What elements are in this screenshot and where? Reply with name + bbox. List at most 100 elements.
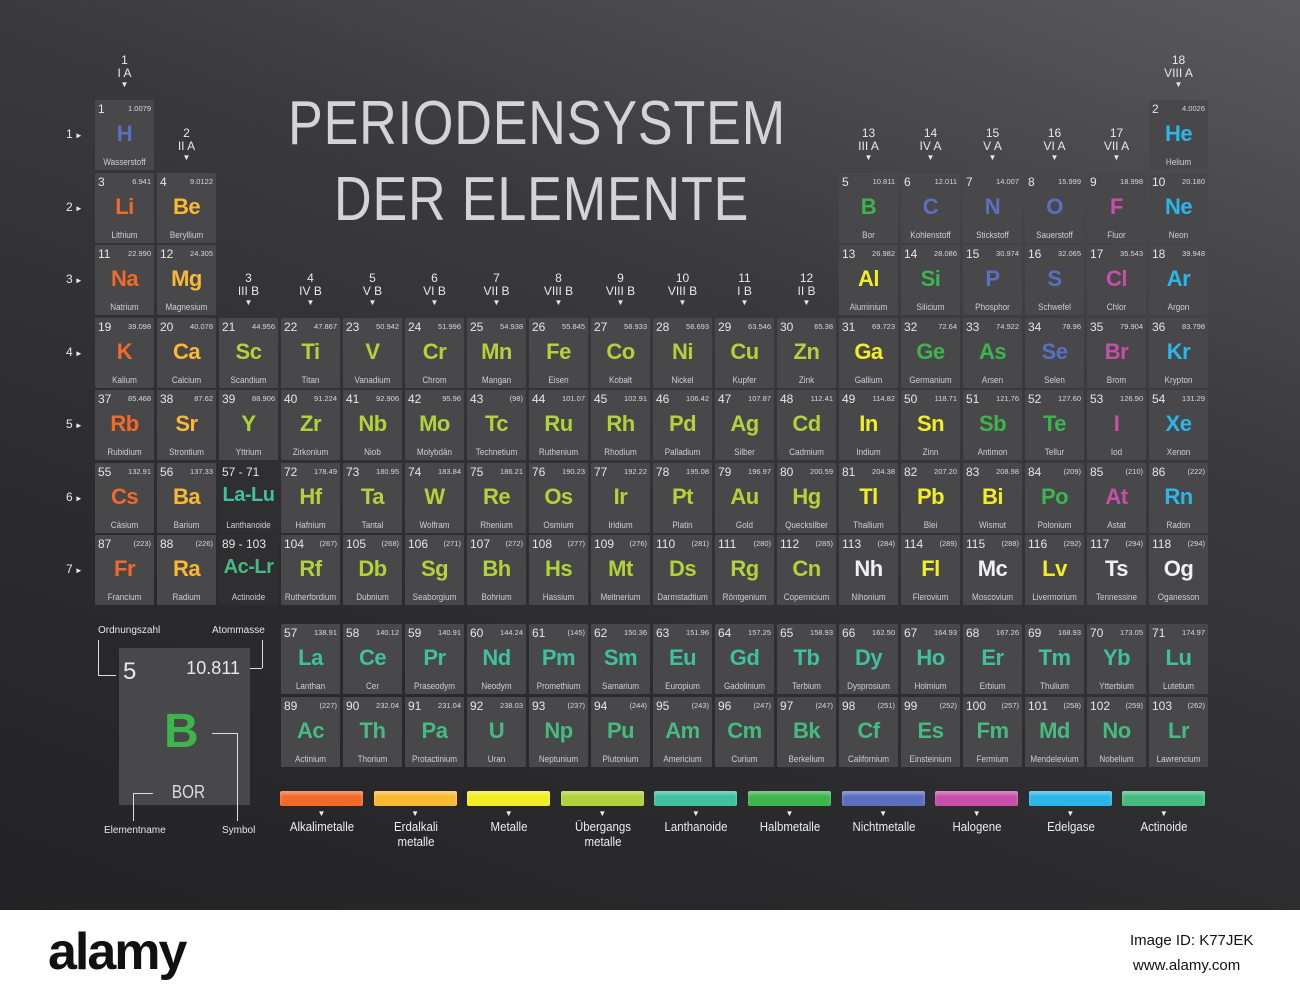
element-cell-pd[interactable]: 46 106.42 Pd Palladium — [653, 390, 712, 460]
element-cell-li[interactable]: 3 6.941 Li Lithium — [95, 172, 154, 243]
element-cell-tl[interactable]: 81 204.38 Tl Thallium — [839, 462, 898, 533]
element-cell-ir[interactable]: 77 192.22 Ir Iridium — [591, 462, 650, 533]
element-cell-lu[interactable]: 71 174.97 Lu Lutetium — [1149, 624, 1208, 694]
element-cell-co[interactable]: 27 58.933 Co Kobalt — [591, 317, 650, 388]
element-cell-rh[interactable]: 45 102.91 Rh Rhodium — [591, 390, 650, 460]
element-cell-la-lu[interactable]: 57 - 71 La-Lu Lanthanoide — [219, 462, 278, 533]
element-cell-cs[interactable]: 55 132.91 Cs Cäsium — [95, 462, 154, 533]
element-cell-ho[interactable]: 67 164.93 Ho Holmium — [901, 624, 960, 694]
element-cell-ag[interactable]: 47 107.87 Ag Silber — [715, 390, 774, 460]
element-cell-fe[interactable]: 26 55.845 Fe Eisen — [529, 317, 588, 388]
element-cell-ta[interactable]: 73 180.95 Ta Tantal — [343, 462, 402, 533]
element-cell-cl[interactable]: 17 35.543 Cl Chlor — [1087, 245, 1146, 315]
element-cell-hs[interactable]: 108 (277) Hs Hassium — [529, 535, 588, 605]
element-cell-se[interactable]: 34 78.96 Se Selen — [1025, 317, 1084, 388]
element-cell-ds[interactable]: 110 (281) Ds Darmstadtium — [653, 535, 712, 605]
element-cell-si[interactable]: 14 28.086 Si Silicium — [901, 245, 960, 315]
element-cell-np[interactable]: 93 (237) Np Neptunium — [529, 697, 588, 767]
element-cell-cm[interactable]: 96 (247) Cm Curium — [715, 697, 774, 767]
element-cell-lv[interactable]: 116 (292) Lv Livermorium — [1025, 535, 1084, 605]
element-cell-mt[interactable]: 109 (276) Mt Meitnerium — [591, 535, 650, 605]
element-cell-re[interactable]: 75 186.21 Re Rhenium — [467, 462, 526, 533]
element-cell-ga[interactable]: 31 69.723 Ga Gallium — [839, 317, 898, 388]
element-cell-os[interactable]: 76 190.23 Os Osmium — [529, 462, 588, 533]
element-cell-rn[interactable]: 86 (222) Rn Radon — [1149, 462, 1208, 533]
element-cell-bh[interactable]: 107 (272) Bh Bohrium — [467, 535, 526, 605]
element-cell-au[interactable]: 79 196.97 Au Gold — [715, 462, 774, 533]
element-cell-rf[interactable]: 104 (267) Rf Rutherfordium — [281, 535, 340, 605]
element-cell-mg[interactable]: 12 24.305 Mg Magnesium — [157, 245, 216, 315]
element-cell-sg[interactable]: 106 (271) Sg Seaborgium — [405, 535, 464, 605]
element-cell-nh[interactable]: 113 (284) Nh Nihonium — [839, 535, 898, 605]
element-cell-fl[interactable]: 114 (289) Fl Flerovium — [901, 535, 960, 605]
element-cell-n[interactable]: 7 14.007 N Stickstoff — [963, 172, 1022, 243]
element-cell-la[interactable]: 57 138.91 La Lanthan — [281, 624, 340, 694]
element-cell-he[interactable]: 2 4.0026 He Helium — [1149, 100, 1208, 170]
element-cell-b[interactable]: 5 10.811 B Bor — [839, 172, 898, 243]
element-cell-nb[interactable]: 41 92.906 Nb Niob — [343, 390, 402, 460]
element-cell-be[interactable]: 4 9.0122 Be Beryllium — [157, 172, 216, 243]
element-cell-tm[interactable]: 69 168.93 Tm Thulium — [1025, 624, 1084, 694]
element-cell-rb[interactable]: 37 85.468 Rb Rubidium — [95, 390, 154, 460]
element-cell-p[interactable]: 15 30.974 P Phosphor — [963, 245, 1022, 315]
element-cell-cd[interactable]: 48 112.41 Cd Cadmium — [777, 390, 836, 460]
element-cell-na[interactable]: 11 22.990 Na Natrium — [95, 245, 154, 315]
element-cell-ac[interactable]: 89 (227) Ac Actinium — [281, 697, 340, 767]
element-cell-pb[interactable]: 82 207.20 Pb Blei — [901, 462, 960, 533]
element-cell-sc[interactable]: 21 44.956 Sc Scandium — [219, 317, 278, 388]
element-cell-eu[interactable]: 63 151.96 Eu Europium — [653, 624, 712, 694]
element-cell-zr[interactable]: 40 91.224 Zr Zirkonium — [281, 390, 340, 460]
element-cell-ar[interactable]: 18 39.948 Ar Argon — [1149, 245, 1208, 315]
element-cell-po[interactable]: 84 (209) Po Polonium — [1025, 462, 1084, 533]
element-cell-u[interactable]: 92 238.03 U Uran — [467, 697, 526, 767]
element-cell-md[interactable]: 101 (258) Md Mendelevium — [1025, 697, 1084, 767]
element-cell-dy[interactable]: 66 162.50 Dy Dysprosium — [839, 624, 898, 694]
element-cell-yb[interactable]: 70 173.05 Yb Ytterbium — [1087, 624, 1146, 694]
element-cell-bk[interactable]: 97 (247) Bk Berkelium — [777, 697, 836, 767]
element-cell-ru[interactable]: 44 101.07 Ru Ruthenium — [529, 390, 588, 460]
element-cell-am[interactable]: 95 (243) Am Americium — [653, 697, 712, 767]
element-cell-sb[interactable]: 51 121.76 Sb Antimon — [963, 390, 1022, 460]
element-cell-ca[interactable]: 20 40.078 Ca Calcium — [157, 317, 216, 388]
element-cell-bi[interactable]: 83 208.98 Bi Wismut — [963, 462, 1022, 533]
element-cell-k[interactable]: 19 39.098 K Kalium — [95, 317, 154, 388]
element-cell-cn[interactable]: 112 (285) Cn Copernicium — [777, 535, 836, 605]
element-cell-ge[interactable]: 32 72.64 Ge Germanium — [901, 317, 960, 388]
element-cell-tc[interactable]: 43 (98) Tc Technetium — [467, 390, 526, 460]
element-cell-gd[interactable]: 64 157.25 Gd Gadolinium — [715, 624, 774, 694]
element-cell-fm[interactable]: 100 (257) Fm Fermium — [963, 697, 1022, 767]
element-cell-nd[interactable]: 60 144.24 Nd Neodym — [467, 624, 526, 694]
element-cell-w[interactable]: 74 183.84 W Wolfram — [405, 462, 464, 533]
element-cell-ra[interactable]: 88 (226) Ra Radium — [157, 535, 216, 605]
element-cell-ac-lr[interactable]: 89 - 103 Ac-Lr Actinoide — [219, 535, 278, 605]
element-cell-sn[interactable]: 50 118.71 Sn Zinn — [901, 390, 960, 460]
element-cell-ne[interactable]: 10 20.180 Ne Neon — [1149, 172, 1208, 243]
element-cell-er[interactable]: 68 167.26 Er Erbium — [963, 624, 1022, 694]
element-cell-hf[interactable]: 72 178.49 Hf Hafnium — [281, 462, 340, 533]
element-cell-cu[interactable]: 29 63.546 Cu Kupfer — [715, 317, 774, 388]
element-cell-pa[interactable]: 91 231.04 Pa Protactinium — [405, 697, 464, 767]
element-cell-in[interactable]: 49 114.82 In Indium — [839, 390, 898, 460]
element-cell-h[interactable]: 1 1.0079 H Wasserstoff — [95, 100, 154, 170]
element-cell-s[interactable]: 16 32.065 S Schwefel — [1025, 245, 1084, 315]
element-cell-al[interactable]: 13 26.982 Al Aluminium — [839, 245, 898, 315]
element-cell-sm[interactable]: 62 150.36 Sm Samarium — [591, 624, 650, 694]
element-cell-tb[interactable]: 65 158.93 Tb Terbium — [777, 624, 836, 694]
element-cell-kr[interactable]: 36 83.798 Kr Krypton — [1149, 317, 1208, 388]
element-cell-lr[interactable]: 103 (262) Lr Lawrencium — [1149, 697, 1208, 767]
element-cell-as[interactable]: 33 74.922 As Arsen — [963, 317, 1022, 388]
element-cell-no[interactable]: 102 (259) No Nobelium — [1087, 697, 1146, 767]
element-cell-o[interactable]: 8 15.999 O Sauerstoff — [1025, 172, 1084, 243]
element-cell-rg[interactable]: 111 (280) Rg Röntgenium — [715, 535, 774, 605]
element-cell-mo[interactable]: 42 95.96 Mo Molybdän — [405, 390, 464, 460]
element-cell-y[interactable]: 39 88.906 Y Yttrium — [219, 390, 278, 460]
element-cell-og[interactable]: 118 (294) Og Oganesson — [1149, 535, 1208, 605]
element-cell-f[interactable]: 9 18.998 F Fluor — [1087, 172, 1146, 243]
element-cell-ts[interactable]: 117 (294) Ts Tennessine — [1087, 535, 1146, 605]
element-cell-hg[interactable]: 80 200.59 Hg Quecksilber — [777, 462, 836, 533]
element-cell-i[interactable]: 53 126.90 I Iod — [1087, 390, 1146, 460]
element-cell-cr[interactable]: 24 51.996 Cr Chrom — [405, 317, 464, 388]
element-cell-sr[interactable]: 38 87.62 Sr Strontium — [157, 390, 216, 460]
element-cell-ti[interactable]: 22 47.867 Ti Titan — [281, 317, 340, 388]
element-cell-pr[interactable]: 59 140.91 Pr Praseodym — [405, 624, 464, 694]
